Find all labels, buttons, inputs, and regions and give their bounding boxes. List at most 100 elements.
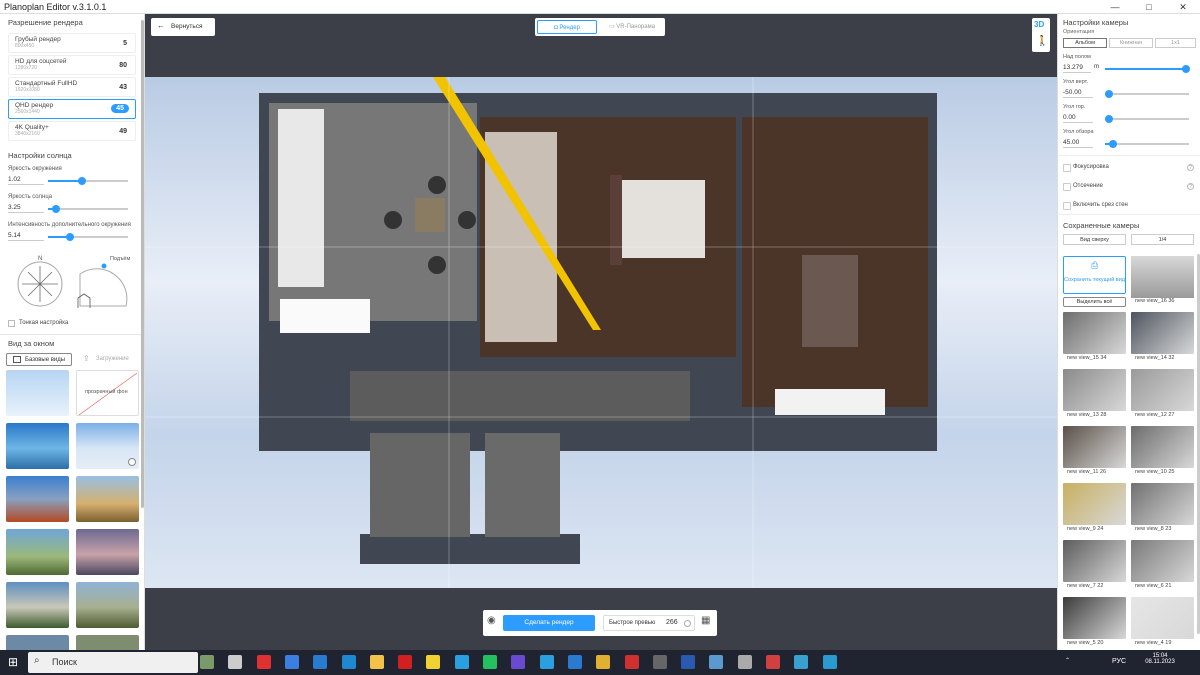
focus-checkbox[interactable]: Фокусировка (1063, 164, 1109, 172)
resolution-option[interactable]: Грубый рендер 800x450 5 (8, 33, 136, 53)
saved-camera[interactable]: new view_11 26 (1063, 426, 1126, 482)
saved-camera[interactable]: new view_12 27 (1131, 369, 1194, 425)
camera-thumbnail[interactable] (1131, 540, 1194, 582)
save-current-view-button[interactable]: ⎙ Сохранить текущий вид (1063, 256, 1126, 294)
saved-camera[interactable]: new view_6 21 (1131, 540, 1194, 596)
edge-icon[interactable] (341, 655, 356, 669)
quick-preview[interactable]: Быстрое превью 266 (603, 615, 695, 631)
sky-thumb-more-1[interactable] (6, 635, 69, 650)
help-icon[interactable] (684, 620, 691, 627)
sun-brightness-slider[interactable]: 3.25 (8, 202, 136, 214)
height-value[interactable]: 13.279 (1063, 62, 1091, 73)
sky-thumb-field[interactable] (76, 476, 139, 522)
sky-thumb-clear[interactable] (6, 370, 69, 416)
resolution-option[interactable]: 4K Quality+ 3840x2160 49 (8, 121, 136, 141)
orient-portrait[interactable]: Книжная (1109, 38, 1153, 48)
app-icon[interactable] (454, 655, 469, 669)
maximize-button[interactable]: □ (1132, 0, 1166, 14)
top-view-button[interactable]: Вид сверху (1063, 234, 1126, 245)
sky-thumb-transparent[interactable]: прозрачный фон (76, 370, 139, 416)
calculator-icon[interactable] (652, 655, 667, 669)
store-icon[interactable] (284, 655, 299, 669)
sky-thumb-winter[interactable] (76, 423, 139, 469)
tab-render[interactable]: ◘ Рендер (537, 20, 597, 34)
manatee-icon[interactable] (200, 655, 214, 669)
taskbar-search[interactable]: ⌕ Поиск (28, 652, 198, 673)
word-icon[interactable] (681, 655, 696, 669)
saved-camera[interactable]: new view_9 24 (1063, 483, 1126, 539)
walk-icon[interactable]: 🚶 (1036, 36, 1048, 47)
camera-thumbnail[interactable] (1063, 483, 1126, 525)
orient-square[interactable]: 1x1 (1155, 38, 1196, 48)
camera-thumbnail[interactable] (1063, 540, 1126, 582)
sky-thumb-forest[interactable] (6, 529, 69, 575)
settings-icon[interactable] (128, 458, 136, 466)
chrome-icon[interactable] (596, 655, 611, 669)
saved-camera[interactable]: new view_15 34 (1063, 312, 1126, 368)
eye-icon[interactable]: ◉ (487, 615, 496, 626)
sky-thumb-plain[interactable] (76, 582, 139, 628)
camera-thumbnail[interactable] (1131, 426, 1194, 468)
pdf-icon[interactable] (624, 655, 639, 669)
fov-slider[interactable]: 45.00 (1063, 137, 1193, 149)
resolution-option[interactable]: Стандартный FullHD 1920x1080 43 (8, 77, 136, 97)
saved-camera[interactable]: new view_7 22 (1063, 540, 1126, 596)
app-icon[interactable] (737, 655, 752, 669)
focus-help-icon[interactable]: ? (1187, 164, 1194, 171)
sky-thumb-sea[interactable] (6, 423, 69, 469)
telegram-icon[interactable] (539, 655, 554, 669)
planoplan-icon[interactable] (794, 655, 809, 669)
camera-thumb-0[interactable] (1131, 256, 1194, 298)
sky-thumb-more-2[interactable] (76, 635, 139, 650)
select-all-button[interactable]: Выделить всё (1063, 297, 1126, 307)
minimize-button[interactable]: — (1098, 0, 1132, 14)
obs-icon[interactable] (511, 655, 526, 669)
whatsapp-icon[interactable] (483, 655, 497, 669)
horizontal-angle-value[interactable]: 0.00 (1063, 112, 1093, 123)
app-icon[interactable] (766, 655, 780, 669)
cloud-icon[interactable] (709, 655, 724, 669)
camera-pages[interactable]: 1/4 (1131, 234, 1194, 245)
vertical-angle-slider[interactable]: -50.00 (1063, 87, 1193, 99)
tray-chevron-icon[interactable]: ⌃ (1065, 657, 1070, 664)
windows-start-icon[interactable]: ⊞ (8, 655, 18, 669)
store-blue-icon[interactable] (567, 655, 582, 669)
extra-ambient-slider[interactable]: 5.14 (8, 230, 136, 242)
camera-thumbnail[interactable] (1131, 597, 1194, 639)
mode-3d-button[interactable]: 3D (1034, 20, 1044, 29)
yandex-icon[interactable] (398, 655, 413, 669)
ambient-slider[interactable]: 1.02 (8, 174, 136, 186)
camera-thumbnail[interactable] (1131, 312, 1194, 354)
close-button[interactable]: ✕ (1166, 0, 1200, 14)
saved-camera[interactable]: new view_5 20 (1063, 597, 1126, 650)
camera-thumbnail[interactable] (1063, 369, 1126, 411)
wall-cut-checkbox[interactable]: Включить срез стен (1063, 202, 1128, 210)
make-render-button[interactable]: Сделать рендер (503, 615, 595, 631)
clipping-checkbox[interactable]: Отсечение (1063, 183, 1103, 191)
sun-direction-widget[interactable]: N Подъём (14, 254, 134, 314)
extra-ambient-value[interactable]: 5.14 (8, 230, 44, 241)
opera-icon[interactable] (256, 655, 271, 669)
height-slider[interactable]: 13.279 m (1063, 62, 1193, 74)
vertical-angle-value[interactable]: -50.00 (1063, 87, 1093, 98)
camera-thumbnail[interactable] (1063, 426, 1126, 468)
fine-tune-checkbox[interactable] (8, 320, 15, 327)
saved-camera[interactable]: new view_14 32 (1131, 312, 1194, 368)
orient-landscape[interactable]: Альбом (1063, 38, 1107, 48)
saved-camera[interactable]: new view_8 23 (1131, 483, 1194, 539)
saved-camera[interactable]: new view_13 28 (1063, 369, 1126, 425)
sky-thumb-autumn[interactable] (6, 476, 69, 522)
tab-basic-views[interactable]: Базовые виды (6, 353, 72, 366)
sky-thumb-meadow[interactable] (6, 582, 69, 628)
saved-camera[interactable]: new view_10 25 (1131, 426, 1194, 482)
camera-thumbnail[interactable] (1063, 312, 1126, 354)
yandex-music-icon[interactable] (426, 655, 441, 669)
back-button[interactable]: ← Вернуться (151, 18, 215, 36)
ambient-value[interactable]: 1.02 (8, 174, 44, 185)
language-indicator[interactable]: РУС (1112, 658, 1126, 665)
tab-upload[interactable]: ⇪ Загружение (78, 353, 140, 366)
tab-vr-panorama[interactable]: ▭ VR-Панорама (601, 20, 663, 34)
mail-icon[interactable] (313, 655, 328, 669)
resolution-option[interactable]: HD для соцсетей 1280x720 80 (8, 55, 136, 75)
telegram-icon[interactable] (822, 655, 837, 669)
